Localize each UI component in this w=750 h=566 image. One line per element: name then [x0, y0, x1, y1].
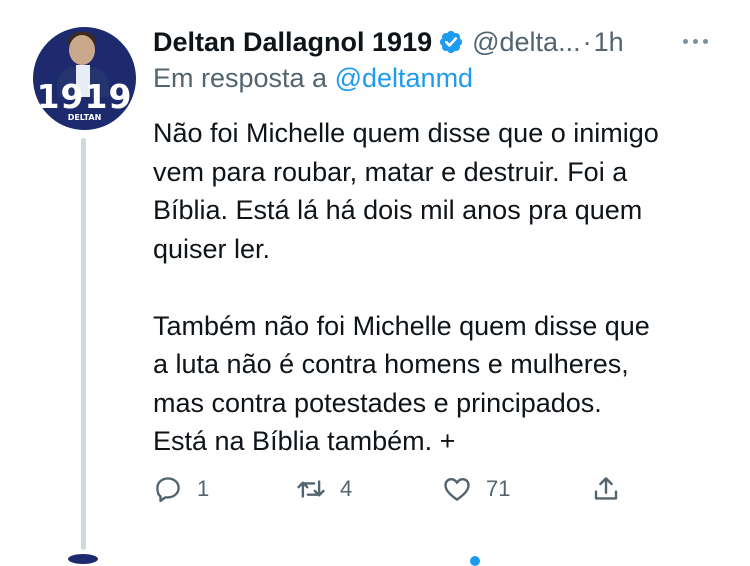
avatar-number: 1919 [36, 77, 133, 116]
reply-mention-link[interactable]: @deltanmd [335, 63, 473, 93]
reply-count: 1 [197, 476, 210, 501]
share-icon [594, 477, 618, 500]
tweet-text: Não foi Michelle quem disse que o inimig… [153, 114, 738, 461]
next-badge-edge [470, 556, 480, 566]
avatar-face [69, 35, 95, 65]
heart-icon [444, 477, 470, 501]
like-button[interactable]: 71 [442, 474, 510, 504]
avatar-brand: DELTAN [67, 113, 102, 122]
tweet-line: Bíblia. Está lá há dois mil anos pra que… [153, 195, 643, 225]
tweet-line: vem para roubar, matar e destruir. Foi a [153, 156, 628, 187]
like-count: 71 [486, 476, 511, 501]
tweet-header: Deltan Dallagnol 1919 @delta... · 1h [153, 24, 624, 60]
tweet-line: Não foi Michelle quem disse que o inimig… [153, 118, 659, 148]
reply-button[interactable]: 1 [153, 474, 209, 504]
separator-dot: · [582, 26, 592, 57]
share-button[interactable] [591, 474, 621, 504]
author-handle[interactable]: @delta... [472, 27, 580, 58]
tweet-line: Está na Bíblia também. + [153, 426, 456, 456]
reply-context: Em resposta a @deltanmd [153, 63, 473, 94]
more-horizontal-icon[interactable] [683, 34, 717, 48]
tweet-line: Também não foi Michelle quem disse que [153, 310, 650, 341]
retweet-icon [297, 480, 325, 498]
verified-badge-icon [440, 30, 463, 54]
tweet-line: quiser ler. [153, 233, 271, 264]
tweet-line: a luta não é contra homens e mulheres, [153, 349, 629, 379]
tweet-line: mas contra potestades e principados. [153, 387, 602, 418]
reply-icon [156, 477, 180, 503]
tweet-timestamp[interactable]: 1h [594, 27, 624, 58]
retweet-button[interactable]: 4 [296, 474, 352, 504]
author-avatar[interactable]: 1919 DELTAN [33, 27, 136, 130]
next-avatar-edge [68, 554, 98, 564]
retweet-count: 4 [340, 476, 353, 501]
tweet-actions: 1 4 71 [0, 474, 750, 508]
reply-prefix: Em resposta a [153, 63, 328, 93]
author-display-name[interactable]: Deltan Dallagnol 1919 [153, 27, 432, 58]
